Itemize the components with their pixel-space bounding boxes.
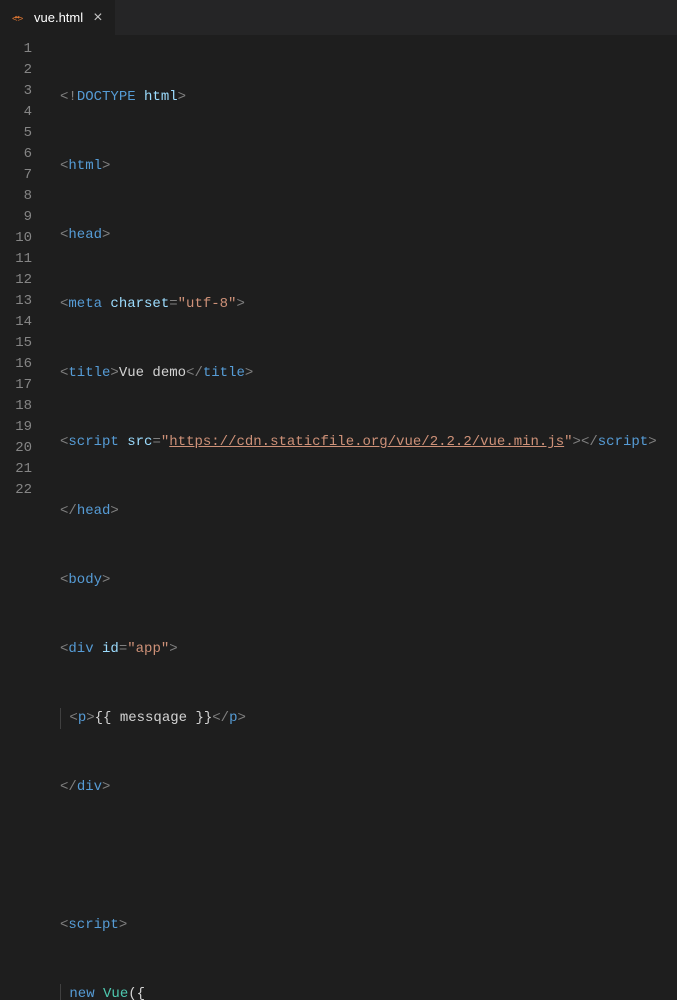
close-icon[interactable]: × [91,8,105,28]
code-line: <html> [60,156,677,177]
code-line: </div> [60,777,677,798]
line-number: 2 [0,60,50,81]
line-number-gutter: 12345678910111213141516171819202122 [0,35,50,500]
line-number: 9 [0,207,50,228]
code-line: <title>Vue demo</title> [60,363,677,384]
line-number: 10 [0,228,50,249]
tab-bar: <> vue.html × [0,0,677,35]
code-line: <head> [60,225,677,246]
line-number: 5 [0,123,50,144]
code-line: <p>{{ messqage }}</p> [60,708,677,729]
line-number: 7 [0,165,50,186]
editor[interactable]: 12345678910111213141516171819202122 <!DO… [0,35,677,500]
line-number: 15 [0,333,50,354]
line-number: 16 [0,354,50,375]
line-number: 4 [0,102,50,123]
line-number: 18 [0,396,50,417]
code-area[interactable]: <!DOCTYPE html> <html> <head> <meta char… [50,35,677,500]
code-line: <script> [60,915,677,936]
line-number: 1 [0,39,50,60]
code-line: </head> [60,501,677,522]
code-line: <div id="app"> [60,639,677,660]
code-line: <!DOCTYPE html> [60,87,677,108]
line-number: 14 [0,312,50,333]
line-number: 8 [0,186,50,207]
line-number: 21 [0,459,50,480]
tab-vue-html[interactable]: <> vue.html × [0,0,116,35]
code-line: <meta charset="utf-8"> [60,294,677,315]
line-number: 6 [0,144,50,165]
line-number: 3 [0,81,50,102]
code-line: new Vue({ [60,984,677,1000]
line-number: 11 [0,249,50,270]
code-line: <script src="https://cdn.staticfile.org/… [60,432,677,453]
line-number: 17 [0,375,50,396]
svg-text:<>: <> [12,13,24,24]
tab-title: vue.html [34,10,83,25]
line-number: 12 [0,270,50,291]
line-number: 19 [0,417,50,438]
line-number: 22 [0,480,50,501]
code-line [60,846,677,867]
code-line: <body> [60,570,677,591]
html-file-icon: <> [12,11,26,25]
line-number: 20 [0,438,50,459]
line-number: 13 [0,291,50,312]
